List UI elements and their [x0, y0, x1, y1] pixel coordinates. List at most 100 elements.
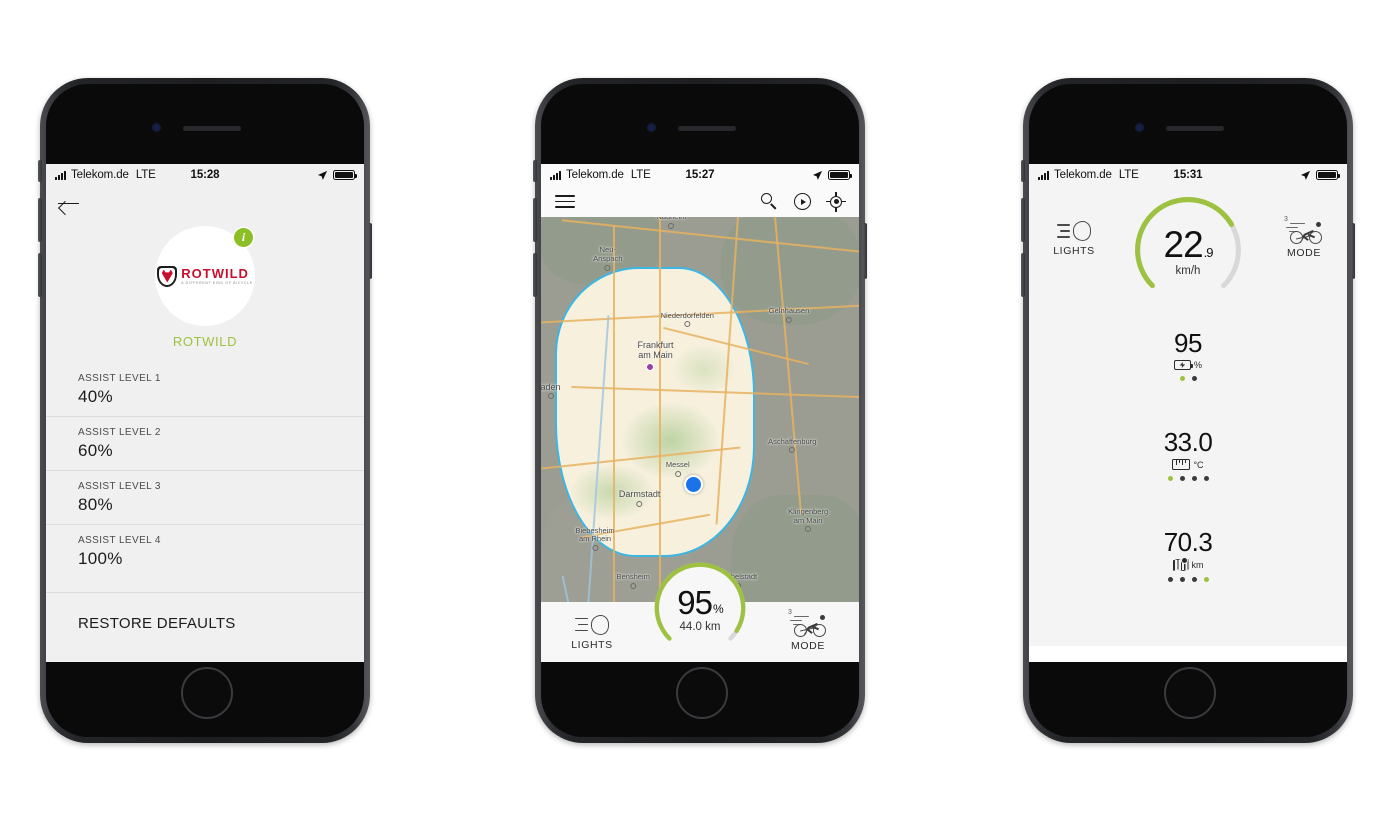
- phone-device-map: Telekom.de LTE 15:27 Neu- Anspach Nieder…: [533, 78, 867, 743]
- assist-level-value: 40%: [78, 387, 113, 406]
- rotwild-logo-icon: ROTWILD A DIFFERENT KIND OF BICYCLE: [157, 265, 252, 287]
- lights-label: LIGHTS: [1053, 245, 1095, 257]
- back-arrow-icon[interactable]: [58, 195, 80, 211]
- map-place-label: aden: [541, 382, 561, 400]
- brand-name-label: ROTWILD: [172, 334, 238, 349]
- crosshair-locate-icon[interactable]: [826, 191, 846, 212]
- network-type-label: LTE: [1118, 169, 1139, 181]
- list-item[interactable]: ASSIST LEVEL 2 60%: [46, 416, 364, 470]
- assist-level-value: 100%: [78, 549, 123, 568]
- brand-logo-circle[interactable]: i ROTWILD A DIFFERENT KIND OF BICYCLE: [155, 226, 255, 326]
- map-place-label: Neu- Anspach: [593, 246, 622, 271]
- lights-control[interactable]: LIGHTS: [1043, 220, 1105, 257]
- map-pin-icon: [1172, 557, 1189, 571]
- carrier-label: Telekom.de: [566, 169, 624, 181]
- volume-down-button[interactable]: [38, 253, 42, 297]
- front-camera: [153, 124, 160, 131]
- screen-bottom-filler: [1029, 646, 1347, 662]
- list-item[interactable]: ASSIST LEVEL 1 40%: [46, 363, 364, 416]
- battery-gauge-value: 95: [677, 583, 713, 621]
- lights-control[interactable]: LIGHTS: [561, 614, 623, 651]
- earpiece-speaker: [183, 126, 241, 131]
- map-place-label: Niederdorfelden: [661, 311, 714, 328]
- network-type-label: LTE: [630, 169, 651, 181]
- info-badge-icon[interactable]: i: [234, 228, 253, 247]
- speed-section: LIGHTS 22 .9 km/h 3 MODE: [1029, 186, 1347, 306]
- list-item[interactable]: ASSIST LEVEL 4 100%: [46, 524, 364, 578]
- hamburger-menu-icon[interactable]: [555, 191, 575, 212]
- metric-unit: °C: [1193, 459, 1204, 470]
- map-place-label: Gelnhausen: [769, 306, 809, 323]
- power-button[interactable]: [1351, 223, 1355, 279]
- page-dots[interactable]: [1029, 577, 1347, 582]
- logo-wordmark: ROTWILD: [181, 265, 249, 281]
- page-dots[interactable]: [1029, 376, 1347, 381]
- mode-control[interactable]: 3 MODE: [1273, 216, 1335, 259]
- speed-gauge[interactable]: 22 .9 km/h: [1132, 194, 1244, 306]
- map-place-label: Frankfurt am Main: [637, 339, 674, 361]
- power-button[interactable]: [368, 223, 372, 279]
- metric-value: 70.3: [1163, 527, 1213, 557]
- list-item[interactable]: ASSIST LEVEL 3 80%: [46, 470, 364, 524]
- speed-decimal: .9: [1203, 244, 1214, 260]
- volume-down-button[interactable]: [533, 253, 537, 297]
- mute-switch[interactable]: [1021, 160, 1025, 182]
- restore-defaults-button[interactable]: RESTORE DEFAULTS: [78, 615, 332, 632]
- mode-number-label: 3: [1284, 216, 1288, 223]
- mode-control[interactable]: 3 MODE: [777, 609, 839, 652]
- mode-label: MODE: [1287, 247, 1321, 259]
- search-icon[interactable]: [761, 193, 778, 210]
- mode-label: MODE: [791, 639, 825, 652]
- map-place-label: Biebesheim am Rhein: [575, 526, 615, 551]
- home-button[interactable]: [1164, 667, 1216, 719]
- map-place-label: Bensheim: [617, 573, 650, 589]
- status-bar: Telekom.de LTE 15:27: [541, 164, 859, 186]
- status-bar: Telekom.de LTE 15:28: [46, 164, 364, 186]
- speed-unit: km/h: [1175, 265, 1201, 278]
- battery-icon: [333, 170, 357, 180]
- mute-switch[interactable]: [38, 160, 42, 182]
- power-button[interactable]: [863, 223, 867, 279]
- map-toolbar: [541, 186, 859, 217]
- home-button[interactable]: [676, 667, 728, 719]
- carrier-label: Telekom.de: [71, 169, 129, 181]
- metric-value: 95: [1174, 328, 1202, 358]
- restore-defaults-row[interactable]: RESTORE DEFAULTS: [46, 592, 364, 654]
- volume-up-button[interactable]: [1021, 198, 1025, 242]
- metric-battery[interactable]: 95 %: [1029, 330, 1347, 381]
- screen-dashboard: Telekom.de LTE 15:31 LIGHTS 22 .9 km/h 3…: [1029, 164, 1347, 662]
- map-marker-home[interactable]: [645, 363, 654, 372]
- signal-bars-icon: [550, 170, 561, 180]
- play-circle-icon[interactable]: [794, 193, 811, 210]
- brand-header: i ROTWILD A DIFFERENT KIND OF BICYCLE RO…: [46, 220, 364, 349]
- metric-value: 33.0: [1163, 427, 1213, 457]
- mute-switch[interactable]: [533, 160, 537, 182]
- assist-level-value: 80%: [78, 495, 113, 514]
- volume-up-button[interactable]: [533, 198, 537, 242]
- battery-icon: [828, 170, 852, 180]
- map-place-label: Darmstadt: [619, 489, 660, 507]
- network-type-label: LTE: [135, 169, 156, 181]
- region-boundary: [555, 267, 755, 557]
- screen-settings: Telekom.de LTE 15:28 i ROTWILD A DIFFERE…: [46, 164, 364, 662]
- battery-charge-icon: [1173, 360, 1193, 370]
- deer-shield-icon: [157, 265, 178, 287]
- battery-icon: [1316, 170, 1340, 180]
- lights-label: LIGHTS: [571, 638, 613, 651]
- home-button[interactable]: [181, 667, 233, 719]
- battery-gauge-range: 44.0 km: [679, 621, 721, 634]
- map-place-label: Messel: [666, 460, 690, 477]
- location-arrow-icon: [317, 170, 328, 180]
- metric-distance[interactable]: 70.3 km: [1029, 529, 1347, 582]
- metric-temperature[interactable]: 33.0 °C: [1029, 429, 1347, 481]
- volume-down-button[interactable]: [1021, 253, 1025, 297]
- earpiece-speaker: [678, 126, 736, 131]
- front-camera: [1136, 124, 1143, 131]
- map-place-label: Klingenberg am Main: [788, 507, 828, 533]
- speed-value: 22: [1163, 223, 1204, 265]
- battery-gauge[interactable]: 95% 44.0 km: [652, 560, 748, 656]
- signal-bars-icon: [1038, 170, 1049, 180]
- page-dots[interactable]: [1029, 476, 1347, 481]
- earpiece-speaker: [1166, 126, 1224, 131]
- volume-up-button[interactable]: [38, 198, 42, 242]
